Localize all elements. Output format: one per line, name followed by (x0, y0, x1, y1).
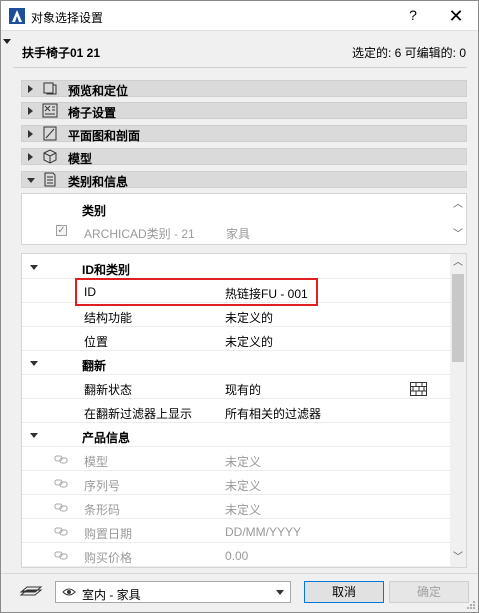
property-row-function[interactable]: 结构功能 未定义的 (22, 304, 450, 327)
footer-divider (1, 573, 478, 574)
layer-label: 室内 - 家具 (82, 588, 141, 602)
expand-arrow-icon (28, 85, 33, 93)
renovation-brick-icon[interactable] (410, 382, 427, 396)
section-label: 模型 (68, 152, 93, 166)
property-value: 未定义 (225, 503, 262, 517)
group-label: 产品信息 (82, 431, 131, 445)
property-key: 结构功能 (84, 311, 133, 325)
document-icon (44, 172, 56, 187)
section-floorplan[interactable]: 平面图和剖面 (21, 125, 467, 143)
preview-icon (43, 82, 57, 95)
property-value[interactable]: 现有的 (225, 381, 261, 398)
model-cube-icon (43, 149, 57, 164)
group-header-renovation[interactable]: 翻新 (22, 352, 450, 375)
layer-dropdown[interactable]: 室内 - 家具 (55, 581, 291, 603)
eye-icon (62, 588, 76, 596)
expand-arrow-icon (28, 153, 33, 161)
collapse-arrow-icon (30, 361, 38, 366)
group-header-id[interactable]: ID和类别 (22, 256, 450, 279)
category-value: 家具 (226, 227, 251, 241)
selection-count: 选定的: 6 可编辑的: 0 (351, 46, 466, 60)
property-row-purchase-date[interactable]: 购置日期 DD/MM/YYYY (22, 520, 450, 543)
property-key: 翻新状态 (84, 383, 133, 397)
ok-button[interactable]: 确定 (389, 581, 469, 603)
id-highlight-box (75, 278, 318, 306)
object-name: 扶手椅子01 21 (22, 46, 101, 60)
category-panel: 类别 ✓ ARCHICAD类别 - 21 家具 ︿ ﹀ (21, 193, 467, 245)
header-divider (13, 67, 467, 68)
section-category-info[interactable]: 类别和信息 (21, 171, 467, 189)
resize-grip-icon[interactable] (466, 600, 476, 610)
property-key: 位置 (84, 335, 109, 349)
property-row-position[interactable]: 位置 未定义的 (22, 328, 450, 351)
property-value[interactable]: 未定义的 (225, 309, 273, 326)
link-icon (54, 551, 68, 560)
layers-icon (19, 586, 43, 596)
expand-arrow-icon (28, 130, 33, 138)
collapse-arrow-icon (27, 178, 35, 183)
property-value: 未定义 (225, 455, 262, 469)
scroll-up-icon[interactable]: ︿ (451, 256, 465, 270)
property-key: 序列号 (84, 479, 121, 493)
property-value: 未定义 (225, 479, 262, 493)
property-key: 在翻新过滤器上显示 (84, 407, 193, 421)
help-button[interactable]: ? (403, 7, 423, 25)
collapse-arrow-icon (30, 433, 38, 438)
chevron-down-icon (276, 590, 284, 595)
property-key: 购买价格 (84, 551, 133, 565)
property-row-barcode[interactable]: 条形码 未定义 (22, 496, 450, 519)
category-key: ARCHICAD类别 - 21 (84, 227, 195, 241)
section-model[interactable]: 模型 (21, 148, 467, 166)
window-title: 对象选择设置 (31, 11, 104, 25)
scroll-down-icon[interactable]: ﹀ (451, 551, 465, 565)
section-label: 类别和信息 (68, 175, 129, 189)
section-label: 预览和定位 (68, 84, 129, 98)
property-key: 模型 (84, 455, 109, 469)
scrollbar-thumb[interactable] (452, 274, 464, 362)
link-icon (54, 455, 68, 464)
category-heading: 类别 (82, 204, 107, 218)
property-key: 条形码 (84, 503, 121, 517)
property-row-renovation-status[interactable]: 翻新状态 现有的 (22, 376, 450, 399)
property-row-model[interactable]: 模型 未定义 (22, 448, 450, 471)
section-label: 椅子设置 (68, 106, 117, 120)
group-header-product[interactable]: 产品信息 (22, 424, 450, 447)
floorplan-icon (43, 126, 57, 141)
group-label: ID和类别 (82, 263, 131, 277)
link-icon (54, 503, 68, 512)
section-label: 平面图和剖面 (68, 129, 141, 143)
property-value: DD/MM/YYYY (225, 525, 302, 539)
section-preview-positioning[interactable]: 预览和定位 (21, 80, 467, 98)
close-button[interactable]: ✕ (441, 5, 471, 27)
property-value[interactable]: 所有相关的过滤器 (225, 405, 321, 422)
chair-settings-icon (42, 103, 58, 118)
link-icon (54, 527, 68, 536)
property-value[interactable]: 未定义的 (225, 333, 273, 350)
property-row-renovation-filter[interactable]: 在翻新过滤器上显示 所有相关的过滤器 (22, 400, 450, 423)
collapse-arrow-icon (30, 265, 38, 270)
property-key: 购置日期 (84, 527, 133, 541)
property-value: 0.00 (225, 549, 249, 563)
archicad-logo-icon (9, 8, 25, 24)
dialog-window: 对象选择设置 ? ✕ 扶手椅子01 21 选定的: 6 可编辑的: 0 预览和定… (0, 0, 479, 613)
section-chair-settings[interactable]: 椅子设置 (21, 102, 467, 120)
link-icon (54, 479, 68, 488)
property-row-serial[interactable]: 序列号 未定义 (22, 472, 450, 495)
group-label: 翻新 (82, 359, 107, 373)
expand-arrow-icon (28, 107, 33, 115)
scroll-down-icon[interactable]: ﹀ (451, 228, 465, 242)
category-checkbox[interactable]: ✓ (56, 225, 67, 236)
property-row-purchase-price[interactable]: 购买价格 0.00 (22, 544, 450, 567)
header-collapse-arrow-icon[interactable] (3, 39, 11, 44)
cancel-button[interactable]: 取消 (304, 581, 384, 603)
scroll-up-icon[interactable]: ︿ (451, 198, 465, 212)
properties-scrollbar[interactable]: ︿ ﹀ (450, 254, 466, 567)
title-bar: 对象选择设置 ? ✕ (1, 1, 478, 31)
